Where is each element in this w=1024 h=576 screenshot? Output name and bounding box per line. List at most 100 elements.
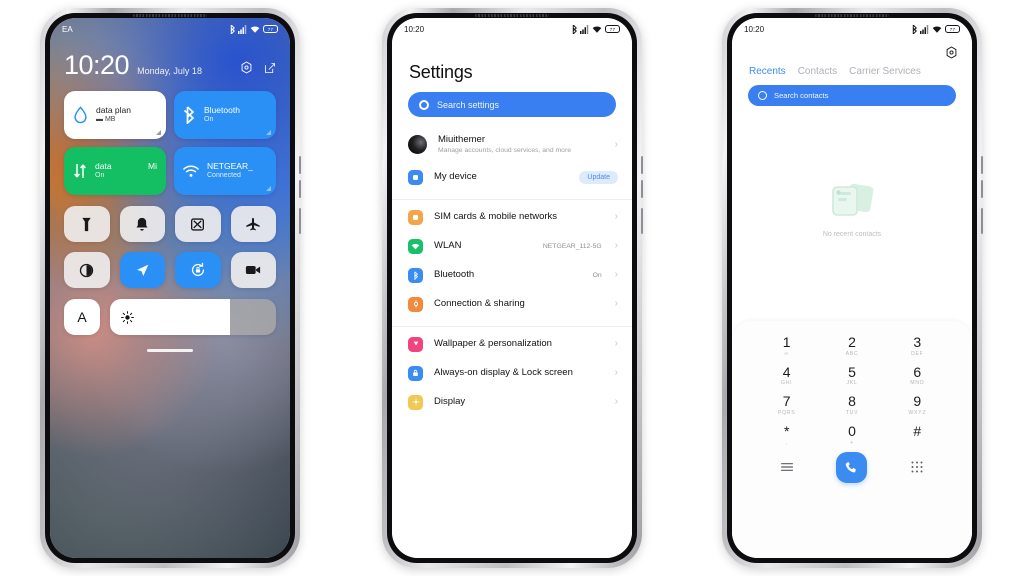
earpiece-speaker-icon [133,14,207,17]
mobile-data-title-right: Mi [148,161,157,172]
key-letters: MNO [910,380,925,387]
big-tiles-grid: data plan ▬ MB Bluetooth On data Mi On N… [64,91,276,195]
ringer-toggle[interactable] [119,206,165,242]
volume-up-button[interactable] [641,156,643,174]
my-device-row[interactable]: My device Update [392,163,632,192]
key-4[interactable]: 4 GHI [754,364,819,386]
data-plan-tile[interactable]: data plan ▬ MB [64,91,166,139]
key-number: 5 [848,363,856,380]
video-camera-icon [246,266,261,274]
clock-row: 10:20 Monday, July 18 [64,52,276,79]
settings-gear-icon[interactable] [240,61,253,74]
signal-icon [580,24,589,34]
chevron-right-icon: › [614,338,618,350]
location-toggle[interactable] [119,252,165,288]
key-star[interactable]: *, [754,424,819,446]
dark-mode-toggle[interactable] [64,252,110,288]
home-indicator[interactable] [147,349,193,352]
tab-carrier-services[interactable]: Carrier Services [849,66,921,77]
aod-lockscreen-row[interactable]: Always-on display & Lock screen › [392,359,632,388]
wlan-row[interactable]: WLAN NETGEAR_112-5G › [392,232,632,261]
auto-brightness-button[interactable]: A [64,299,100,335]
display-label: Display [434,396,466,408]
screen-recorder-toggle[interactable] [230,252,276,288]
wifi-tile[interactable]: NETGEAR_ Connected [174,147,276,195]
wifi-icon [250,26,260,33]
search-contacts-input[interactable]: Search contacts [748,85,956,106]
update-badge[interactable]: Update [579,170,618,184]
volume-down-button[interactable] [641,180,643,198]
bluetooth-icon [572,24,577,34]
edit-icon[interactable] [264,62,276,74]
bluetooth-tile[interactable]: Bluetooth On [174,91,276,139]
tab-contacts[interactable]: Contacts [798,66,837,77]
key-0[interactable]: 0 + [819,424,884,446]
airplane-icon [246,217,260,230]
empty-state-text: No recent contacts [822,231,882,238]
bluetooth-value: On [592,271,602,279]
chevron-right-icon: › [614,240,618,252]
flashlight-toggle[interactable] [64,206,110,242]
bluetooth-text: Bluetooth On [204,105,240,124]
key-6[interactable]: 6 MNO [885,364,950,387]
status-icons: 77 [229,24,278,34]
empty-state: No recent contacts [732,180,972,238]
connection-sharing-row[interactable]: Connection & sharing › [392,290,632,319]
key-1[interactable]: 1 ∞ [754,335,819,357]
bluetooth-label: Bluetooth [434,269,475,281]
key-letters: WXYZ [908,410,927,417]
phone1-bezel: EA 77 10:20 Monday, July 18 data plan ▬ … [45,13,295,563]
settings-group-display: Wallpaper & personalization › Always-on … [392,327,632,424]
tab-recents[interactable]: Recents [749,66,786,77]
airplane-mode-toggle[interactable] [230,206,276,242]
search-icon [758,91,767,100]
search-placeholder: Search contacts [774,91,829,100]
wifi-icon [183,165,199,177]
menu-icon[interactable] [754,462,819,472]
battery-icon: 77 [945,25,960,33]
phone-device-control-center: EA 77 10:20 Monday, July 18 data plan ▬ … [40,8,301,568]
data-plan-title: data plan [96,105,131,116]
volume-down-button[interactable] [299,180,301,198]
keypad-icon[interactable] [885,461,950,473]
account-row[interactable]: Miuithemer Manage accounts, cloud servic… [392,127,632,163]
volume-up-button[interactable] [299,156,301,174]
account-sublabel: Manage accounts, cloud services, and mor… [438,146,571,154]
key-7[interactable]: 7 PQRS [754,394,819,416]
key-3[interactable]: 3 DEF [885,335,950,357]
key-9[interactable]: 9 WXYZ [885,394,950,416]
power-button[interactable] [299,208,301,234]
rotation-lock-icon [191,262,204,277]
call-button[interactable] [836,451,868,483]
key-hash[interactable]: # [885,424,950,446]
power-button[interactable] [981,208,983,234]
volume-down-button[interactable] [981,180,983,198]
volume-up-button[interactable] [981,156,983,174]
wifi-icon [408,238,423,254]
page-title: Settings [409,62,473,82]
brightness-slider[interactable] [110,299,276,335]
tile-resize-corner-icon [266,186,271,191]
key-letters [885,440,950,446]
wifi-icon [592,26,602,33]
phone-device-dialer: 10:20 77 Recents Contacts Carrier Servic… [722,8,983,568]
settings-gear-icon[interactable] [945,46,958,64]
account-label: Miuithemer [438,134,485,145]
chevron-right-icon: › [614,298,618,310]
search-settings-input[interactable]: Search settings [408,92,616,117]
power-button[interactable] [641,208,643,234]
rotation-lock-toggle[interactable] [175,252,221,288]
wifi-text: NETGEAR_ Connected [207,161,253,180]
wifi-icon [932,26,942,33]
search-icon [419,99,429,110]
mobile-data-tile[interactable]: data Mi On [64,147,166,195]
wallpaper-row[interactable]: Wallpaper & personalization › [392,330,632,359]
screenshot-toggle[interactable] [175,206,221,242]
key-5[interactable]: 5 JKL [819,363,884,386]
bluetooth-row[interactable]: Bluetooth On › [392,261,632,290]
display-row[interactable]: Display › [392,388,632,417]
sim-cards-row[interactable]: SIM cards & mobile networks › [392,203,632,232]
key-2[interactable]: 2 ABC [819,335,884,357]
bell-icon [136,217,148,231]
key-8[interactable]: 8 TUV [819,394,884,416]
